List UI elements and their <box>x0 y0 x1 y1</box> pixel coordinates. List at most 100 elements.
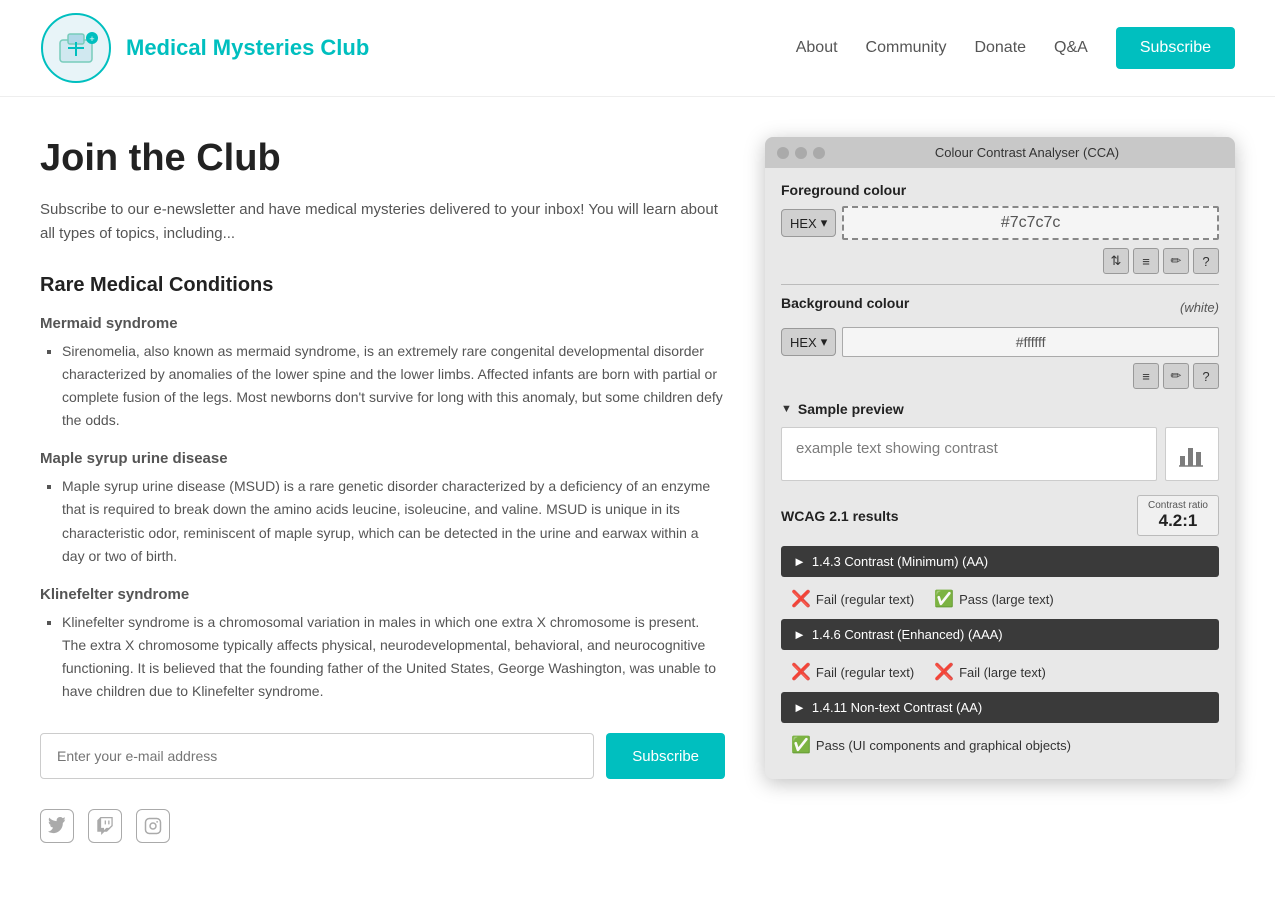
result-143-label: 1.4.3 Contrast (Minimum) (AA) <box>812 554 988 569</box>
result-14111-details: ✅ Pass (UI components and graphical obje… <box>781 729 1219 765</box>
condition-list-mermaid: Sirenomelia, also known as mermaid syndr… <box>40 340 725 432</box>
fg-format-chevron: ▾ <box>821 215 828 231</box>
result-146-details: ❌ Fail (regular text) ❌ Fail (large text… <box>781 656 1219 692</box>
wcag-label: WCAG 2.1 results <box>781 508 898 524</box>
subscribe-button[interactable]: Subscribe <box>606 733 725 779</box>
page-title: Join the Club <box>40 137 725 180</box>
condition-klinefelter: Klinefelter syndrome Klinefelter syndrom… <box>40 586 725 703</box>
condition-list-maple: Maple syrup urine disease (MSUD) is a ra… <box>40 475 725 567</box>
fg-format-select[interactable]: HEX ▾ <box>781 209 836 237</box>
bg-header-row: Background colour (white) <box>781 295 1219 319</box>
bg-hex-input[interactable] <box>842 327 1219 357</box>
main-container: Join the Club Subscribe to our e-newslet… <box>0 97 1275 863</box>
fg-hex-input[interactable] <box>842 206 1219 240</box>
result-143-details: ❌ Fail (regular text) ✅ Pass (large text… <box>781 583 1219 619</box>
result-143-text-1: Pass (large text) <box>959 592 1054 607</box>
result-146-item-0: ❌ Fail (regular text) <box>791 662 914 682</box>
nav-qa[interactable]: Q&A <box>1054 39 1088 57</box>
instagram-icon[interactable] <box>136 809 170 843</box>
bg-format-chevron: ▾ <box>821 334 828 350</box>
result-14111-triangle: ► <box>793 700 806 715</box>
pass-icon-1: ✅ <box>791 735 811 755</box>
result-143-item-0: ❌ Fail (regular text) <box>791 589 914 609</box>
site-title: Medical Mysteries Club <box>126 35 369 61</box>
pass-icon-0: ✅ <box>934 589 954 609</box>
fg-tools-row: ⇅ ≡ ✏ ? <box>781 248 1219 274</box>
result-row-143[interactable]: ► 1.4.3 Contrast (Minimum) (AA) <box>781 546 1219 577</box>
traffic-light-minimize <box>795 147 807 159</box>
content-column: Join the Club Subscribe to our e-newslet… <box>40 137 725 843</box>
condition-mermaid: Mermaid syndrome Sirenomelia, also known… <box>40 315 725 432</box>
fg-swap-icon[interactable]: ⇅ <box>1103 248 1129 274</box>
cca-divider-1 <box>781 284 1219 285</box>
intro-text: Subscribe to our e-newsletter and have m… <box>40 198 725 246</box>
cca-title: Colour Contrast Analyser (CCA) <box>831 145 1223 160</box>
condition-title-klinefelter: Klinefelter syndrome <box>40 586 725 603</box>
result-14111-item-0: ✅ Pass (UI components and graphical obje… <box>791 735 1071 755</box>
condition-desc-mermaid: Sirenomelia, also known as mermaid syndr… <box>62 340 725 432</box>
result-14111-label: 1.4.11 Non-text Contrast (AA) <box>812 700 982 715</box>
fail-icon-2: ❌ <box>934 662 954 682</box>
contrast-ratio-box: Contrast ratio 4.2:1 <box>1137 495 1219 536</box>
email-signup-row: Subscribe <box>40 733 725 779</box>
bg-eyedropper-icon[interactable]: ✏ <box>1163 363 1189 389</box>
result-143-item-1: ✅ Pass (large text) <box>934 589 1054 609</box>
condition-maple: Maple syrup urine disease Maple syrup ur… <box>40 450 725 567</box>
contrast-ratio-title: Contrast ratio <box>1148 500 1208 511</box>
fg-help-icon[interactable]: ? <box>1193 248 1219 274</box>
result-146-label: 1.4.6 Contrast (Enhanced) (AAA) <box>812 627 1003 642</box>
fail-icon-0: ❌ <box>791 589 811 609</box>
cca-body: Foreground colour HEX ▾ ⇅ ≡ ✏ ? <box>765 168 1235 779</box>
result-row-14111[interactable]: ► 1.4.11 Non-text Contrast (AA) <box>781 692 1219 723</box>
contrast-ratio-value: 4.2:1 <box>1148 511 1208 531</box>
main-nav: About Community Donate Q&A Subscribe <box>796 27 1235 69</box>
bg-sliders-icon[interactable]: ≡ <box>1133 363 1159 389</box>
svg-text:+: + <box>89 34 94 44</box>
bg-format-label: HEX <box>790 335 817 350</box>
sample-text-box: example text showing contrast <box>781 427 1157 481</box>
nav-donate[interactable]: Donate <box>974 39 1026 57</box>
cca-panel: Colour Contrast Analyser (CCA) Foregroun… <box>765 137 1235 779</box>
sample-label: Sample preview <box>798 401 904 417</box>
fg-sliders-icon[interactable]: ≡ <box>1133 248 1159 274</box>
twitch-icon[interactable] <box>88 809 122 843</box>
bg-format-select[interactable]: HEX ▾ <box>781 328 836 356</box>
bg-help-icon[interactable]: ? <box>1193 363 1219 389</box>
twitter-icon[interactable] <box>40 809 74 843</box>
bg-color-row: HEX ▾ <box>781 327 1219 357</box>
condition-title-maple: Maple syrup urine disease <box>40 450 725 467</box>
result-146-text-1: Fail (large text) <box>959 665 1046 680</box>
logo-area: + Medical Mysteries Club <box>40 12 369 84</box>
condition-title-mermaid: Mermaid syndrome <box>40 315 725 332</box>
result-146-triangle: ► <box>793 627 806 642</box>
fail-icon-1: ❌ <box>791 662 811 682</box>
nav-about[interactable]: About <box>796 39 838 57</box>
email-input[interactable] <box>40 733 594 779</box>
bg-label: Background colour <box>781 295 909 311</box>
condition-list-klinefelter: Klinefelter syndrome is a chromosomal va… <box>40 611 725 703</box>
traffic-light-maximize <box>813 147 825 159</box>
fg-format-label: HEX <box>790 216 817 231</box>
wcag-results-row: WCAG 2.1 results Contrast ratio 4.2:1 <box>781 495 1219 536</box>
fg-eyedropper-icon[interactable]: ✏ <box>1163 248 1189 274</box>
bg-white-label: (white) <box>1180 300 1219 315</box>
sample-header: ▼ Sample preview <box>781 401 1219 417</box>
nav-community[interactable]: Community <box>866 39 947 57</box>
result-146-item-1: ❌ Fail (large text) <box>934 662 1046 682</box>
fg-color-row: HEX ▾ <box>781 206 1219 240</box>
header-subscribe-button[interactable]: Subscribe <box>1116 27 1235 69</box>
result-row-146[interactable]: ► 1.4.6 Contrast (Enhanced) (AAA) <box>781 619 1219 650</box>
result-143-text-0: Fail (regular text) <box>816 592 914 607</box>
fg-label: Foreground colour <box>781 182 1219 198</box>
result-14111-text-0: Pass (UI components and graphical object… <box>816 738 1071 753</box>
header: + Medical Mysteries Club About Community… <box>0 0 1275 97</box>
chart-icon-box <box>1165 427 1219 481</box>
sample-triangle-icon: ▼ <box>781 403 792 415</box>
sample-preview-section: ▼ Sample preview example text showing co… <box>781 401 1219 765</box>
section-title: Rare Medical Conditions <box>40 274 725 297</box>
bg-tools-row: ≡ ✏ ? <box>781 363 1219 389</box>
condition-desc-klinefelter: Klinefelter syndrome is a chromosomal va… <box>62 611 725 703</box>
result-146-text-0: Fail (regular text) <box>816 665 914 680</box>
cca-window: Colour Contrast Analyser (CCA) Foregroun… <box>765 137 1235 779</box>
sample-preview-row: example text showing contrast <box>781 427 1219 481</box>
